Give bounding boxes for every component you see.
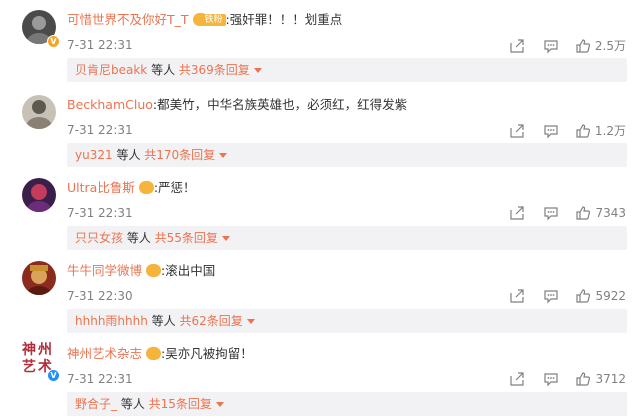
share-icon[interactable] [509,288,525,304]
comment-actions: 7343 [509,205,626,221]
reply-username[interactable]: 野合子_ [75,397,117,411]
verified-icon: V [47,35,60,48]
comment-content: :强奸罪！！！划重点 [225,12,343,27]
reply-summary[interactable]: 贝肯尼beakk 等人 共369条回复 [67,58,627,82]
comment-content: :严惩！ [153,180,196,195]
comment-icon[interactable] [543,38,559,54]
reply-username[interactable]: 只只女孩 [75,231,123,245]
comment-icon[interactable] [543,371,559,387]
comment-text: 牛牛同学微博 :滚出中国 [67,262,215,280]
reply-connector: 等人 [147,63,179,77]
reply-summary[interactable]: 只只女孩 等人 共55条回复 [67,226,627,250]
comment-time: 7-31 22:31 [67,206,133,220]
comment-username[interactable]: BeckhamCluo [67,97,153,112]
reply-username[interactable]: yu321 [75,148,113,162]
comment-time: 7-31 22:31 [67,123,133,137]
like-count: 7343 [595,206,626,220]
comment-actions: 1.2万 [509,122,626,139]
chevron-down-icon[interactable] [253,68,262,73]
chevron-down-icon[interactable] [221,236,230,241]
verified-icon: V [47,369,60,382]
thumbs-up-icon[interactable] [575,371,591,387]
comment-time: 7-31 22:31 [67,372,133,386]
reply-count-link[interactable]: 共170条回复 [144,148,215,162]
share-icon[interactable] [509,38,525,54]
comment-text: Ultra比鲁斯 :严惩！ [67,179,196,197]
reply-connector: 等人 [147,314,180,328]
comment-content: :滚出中国 [161,263,216,278]
fan-medal-label: 铁粉 [201,13,226,26]
comment-actions: 5922 [509,288,626,304]
share-icon[interactable] [509,205,525,221]
comment-item: 神州艺术 V 神州艺术杂志 :吴亦凡被拘留！ 7-31 22:31 3712 野… [0,334,640,418]
thumbs-up-icon[interactable] [575,123,591,139]
comment-username[interactable]: 牛牛同学微博 [67,263,142,278]
reply-summary[interactable]: hhhh雨hhhh 等人 共62条回复 [67,309,627,333]
comment-text: 可惜世界不及你好T_T 铁粉:强奸罪！！！划重点 [67,11,342,29]
comment-username[interactable]: 可惜世界不及你好T_T [67,12,189,27]
comment-icon[interactable] [543,288,559,304]
chevron-down-icon[interactable] [219,153,228,158]
comment-content: :吴亦凡被拘留！ [161,346,253,361]
reply-count-link[interactable]: 共15条回复 [149,397,212,411]
reply-username[interactable]: hhhh雨hhhh [75,314,148,328]
reply-connector: 等人 [123,231,155,245]
share-icon[interactable] [509,371,525,387]
comment-content: :都美竹，中华名族英雄也，必须红，红得发紫 [152,97,408,112]
like-count: 2.5万 [594,39,626,53]
chevron-down-icon[interactable] [215,402,224,407]
comment-username[interactable]: 神州艺术杂志 [67,346,142,361]
comment-actions: 3712 [509,371,626,387]
avatar[interactable] [22,261,56,295]
chevron-down-icon[interactable] [246,319,255,324]
comment-item: V 可惜世界不及你好T_T 铁粉:强奸罪！！！划重点 7-31 22:31 2.… [0,0,640,84]
thumbs-up-icon[interactable] [575,38,591,54]
comment-time: 7-31 22:30 [67,289,133,303]
comment-item: Ultra比鲁斯 :严惩！ 7-31 22:31 7343 只只女孩 等人 共5… [0,168,640,252]
reply-summary[interactable]: 野合子_ 等人 共15条回复 [67,392,627,416]
avatar[interactable] [22,95,56,129]
reply-summary[interactable]: yu321 等人 共170条回复 [67,143,627,167]
reply-connector: 等人 [117,397,149,411]
like-count: 1.2万 [594,124,626,138]
like-count: 5922 [595,289,626,303]
comment-item: 牛牛同学微博 :滚出中国 7-31 22:30 5922 hhhh雨hhhh 等… [0,251,640,335]
comment-icon[interactable] [543,205,559,221]
reply-connector: 等人 [112,148,145,162]
comment-username[interactable]: Ultra比鲁斯 [67,180,135,195]
fan-medal-icon [138,181,154,194]
reply-count-link[interactable]: 共55条回复 [155,231,218,245]
reply-count-link[interactable]: 共369条回复 [179,63,250,77]
thumbs-up-icon[interactable] [575,205,591,221]
reply-count-link[interactable]: 共62条回复 [180,314,243,328]
like-count: 3712 [595,372,626,386]
comment-actions: 2.5万 [509,37,626,54]
comment-text: 神州艺术杂志 :吴亦凡被拘留！ [67,345,253,363]
thumbs-up-icon[interactable] [575,288,591,304]
fan-medal-icon [146,264,161,277]
comment-item: BeckhamCluo:都美竹，中华名族英雄也，必须红，红得发紫 7-31 22… [0,85,640,169]
share-icon[interactable] [509,123,525,139]
comment-text: BeckhamCluo:都美竹，中华名族英雄也，必须红，红得发紫 [67,96,407,114]
reply-username[interactable]: 贝肯尼beakk [75,63,147,77]
avatar[interactable] [22,178,56,212]
comment-icon[interactable] [543,123,559,139]
fan-medal-icon [146,347,161,360]
comment-time: 7-31 22:31 [67,38,133,52]
